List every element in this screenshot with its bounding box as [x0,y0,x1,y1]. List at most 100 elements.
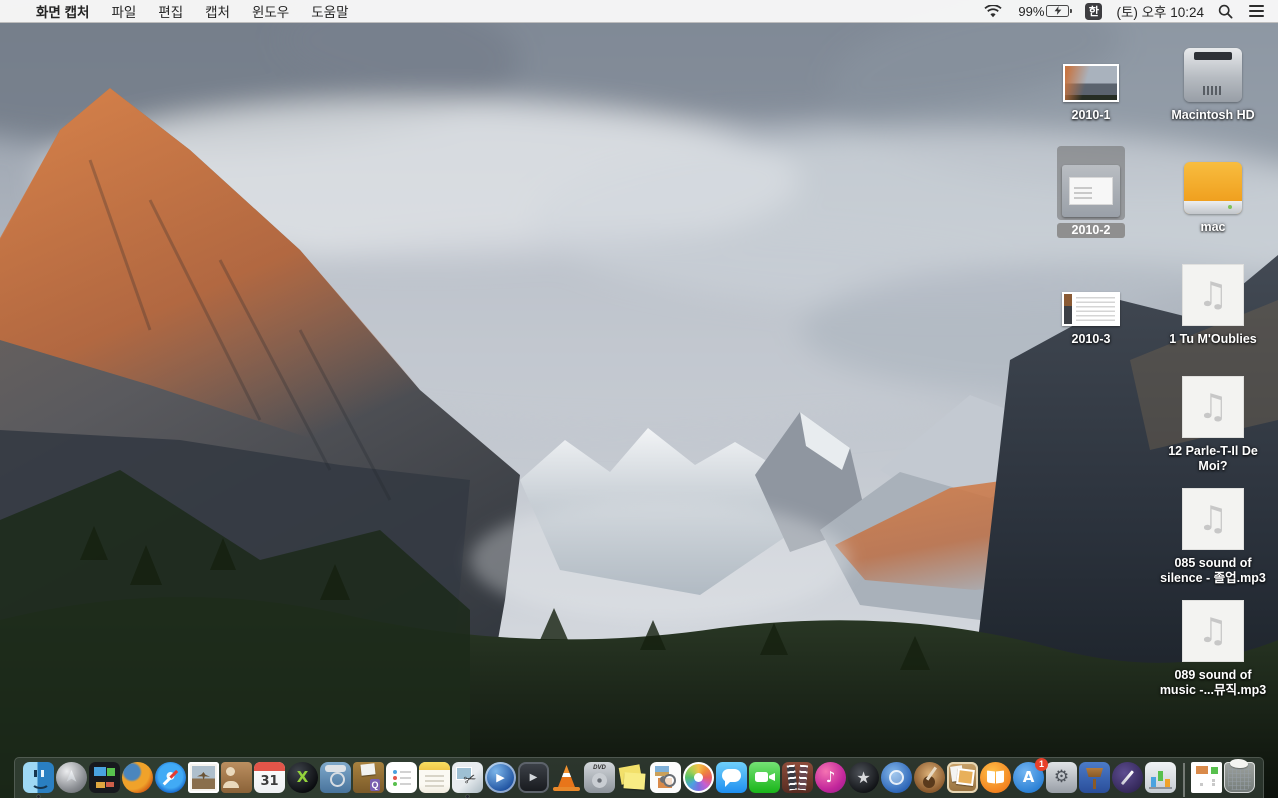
menu-item-3[interactable]: 윈도우 [241,0,300,22]
desktop-icon-cell: 2010-1 [1030,30,1152,142]
desktop-icon-cell: 089 sound of music -...뮤직.mp3 [1152,590,1274,702]
dock-item-dvdplayer-icon[interactable] [584,762,615,793]
dock-item-notes-icon[interactable] [419,762,450,793]
audio-icon [1182,600,1244,662]
dock-item-grab-icon[interactable]: ✂ [452,762,483,793]
desktop-icon-cell: 2010-2 [1030,142,1152,254]
spotlight-search-icon [1218,4,1233,19]
shot-win-icon [1062,165,1120,217]
dock-item-messages-icon[interactable] [716,762,747,793]
app-menus: 파일편집캡처윈도우도움말 [100,0,359,22]
desktop-icon-2010-2[interactable]: 2010-2 [1057,146,1125,238]
dock: 31X✂▶▶♪★A1⚙ [14,757,1264,798]
desktop-icon-macintosh-hd[interactable]: Macintosh HD [1167,34,1258,123]
dock-item-toast-icon[interactable] [320,762,351,793]
shot-list-icon [1062,292,1120,326]
dock-item-contacts-icon[interactable] [221,762,252,793]
desktop-icon-2010-3[interactable]: 2010-3 [1062,258,1120,347]
menu-item-2[interactable]: 캡처 [194,0,241,22]
korean-input-icon: 한 [1085,3,1102,20]
battery-icon [1046,5,1069,17]
dock-item-finder-icon[interactable] [23,762,54,793]
dock-item-facetime-icon[interactable] [749,762,780,793]
dock-item-collage-icon[interactable] [947,762,978,793]
charging-bolt-icon [1053,6,1062,15]
desktop-icon-cell: 12 Parle-T-Il De Moi? [1152,366,1274,478]
desktop-icon-sound-of-silence[interactable]: 085 sound of silence - 졸업.mp3 [1152,482,1274,586]
shot-wall-icon [1063,64,1119,102]
dock-item-movist-icon[interactable]: ▶ [518,762,549,793]
desktop-icon-cell: Macintosh HD [1152,30,1274,142]
desktop-icon-label: 089 sound of music -...뮤직.mp3 [1152,668,1274,698]
desktop-icon-sound-of-music[interactable]: 089 sound of music -...뮤직.mp3 [1152,594,1274,698]
input-source-menu[interactable]: 한 [1077,0,1110,22]
desktop-screen: 화면 캡처 파일편집캡처윈도우도움말 99% 한 (토) 오후 10:24 [0,0,1278,798]
menu-clock[interactable]: (토) 오후 10:24 [1110,0,1210,22]
dock-item-appstore-icon[interactable]: A1 [1013,762,1044,793]
dock-separator [1177,762,1190,798]
dock-item-preview-icon[interactable] [650,762,681,793]
dock-item-docfile-icon[interactable] [1191,762,1222,793]
dock-item-launchpad-icon[interactable] [56,762,87,793]
drive-int-icon [1184,48,1242,102]
dock-item-stickies-icon[interactable] [617,762,648,793]
desktop-icon-mac[interactable]: mac [1184,146,1242,235]
dock-item-archiver-icon[interactable] [353,762,384,793]
audio-icon [1182,264,1244,326]
desktop-icons-column-2: Macintosh HD mac 1 Tu M'Oublies 12 Parle… [1152,30,1274,702]
battery-menu[interactable]: 99% [1010,0,1077,22]
dock-item-xapp-icon[interactable]: X [287,762,318,793]
dock-item-pages-icon[interactable] [1112,762,1143,793]
dock-item-numbers-icon[interactable] [1145,762,1176,793]
dock-item-safari-icon[interactable] [155,762,186,793]
desktop-icon-label: Macintosh HD [1167,108,1258,123]
menu-bar: 화면 캡처 파일편집캡처윈도우도움말 99% 한 (토) 오후 10:24 [0,0,1278,23]
dock-item-photos-icon[interactable] [683,762,714,793]
dock-item-calendar-icon[interactable]: 31 [254,762,285,793]
menu-item-4[interactable]: 도움말 [300,0,359,22]
desktop-icon-label: 12 Parle-T-Il De Moi? [1152,444,1274,474]
desktop-icon-label: 085 sound of silence - 졸업.mp3 [1152,556,1274,586]
dock-item-sysprefs-icon[interactable]: ⚙ [1046,762,1077,793]
drive-ext-icon [1184,162,1242,214]
desktop-icon-cell: 2010-3 [1030,254,1152,366]
dock-item-reminders-icon[interactable] [386,762,417,793]
menu-bar-left: 화면 캡처 파일편집캡처윈도우도움말 [0,0,360,22]
desktop-icon-label: 2010-2 [1057,223,1125,238]
desktop-icon-label: 2010-1 [1063,108,1119,123]
menu-bar-status: 99% 한 (토) 오후 10:24 [976,0,1278,22]
notification-center-icon [1249,5,1264,16]
menu-item-1[interactable]: 편집 [147,0,194,22]
dock-item-mplayerx-icon[interactable]: ▶ [485,762,516,793]
dock-item-imovie-icon[interactable]: ★ [848,762,879,793]
dock-item-ibooks-icon[interactable] [980,762,1011,793]
desktop-icon-2010-1[interactable]: 2010-1 [1063,34,1119,123]
dock-item-idvd-icon[interactable] [881,762,912,793]
desktop-icon-label: mac [1184,220,1242,235]
desktop-icon-cell: 1 Tu M'Oublies [1152,254,1274,366]
active-app-menu[interactable]: 화면 캡처 [25,1,100,21]
menu-item-0[interactable]: 파일 [100,0,147,22]
desktop-icon-parle-t-il[interactable]: 12 Parle-T-Il De Moi? [1152,370,1274,474]
audio-icon [1182,376,1244,438]
dock-item-garageband-icon[interactable] [914,762,945,793]
desktop-icons-column-1: 2010-1 2010-2 2010-3 [1030,30,1152,366]
desktop-icon-label: 1 Tu M'Oublies [1165,332,1260,347]
dock-item-firefox-icon[interactable] [122,762,153,793]
audio-icon [1182,488,1244,550]
dock-item-trash-icon[interactable] [1224,762,1255,793]
dock-item-vlc-icon[interactable] [551,762,582,793]
desktop-icon-cell: 085 sound of silence - 졸업.mp3 [1152,478,1274,590]
spotlight-menu[interactable] [1210,0,1241,22]
dock-item-mail-icon[interactable] [188,762,219,793]
dock-item-photobooth-icon[interactable] [782,762,813,793]
desktop-icon-cell: mac [1152,142,1274,254]
dock-badge: 1 [1035,758,1048,771]
dock-item-missionctl-icon[interactable] [89,762,120,793]
wifi-icon [984,5,1002,18]
dock-item-keynote-icon[interactable] [1079,762,1110,793]
wifi-menu[interactable] [976,0,1010,22]
dock-item-itunes-icon[interactable]: ♪ [815,762,846,793]
desktop-icon-tu-moublies[interactable]: 1 Tu M'Oublies [1165,258,1260,347]
notification-center-menu[interactable] [1241,0,1278,22]
